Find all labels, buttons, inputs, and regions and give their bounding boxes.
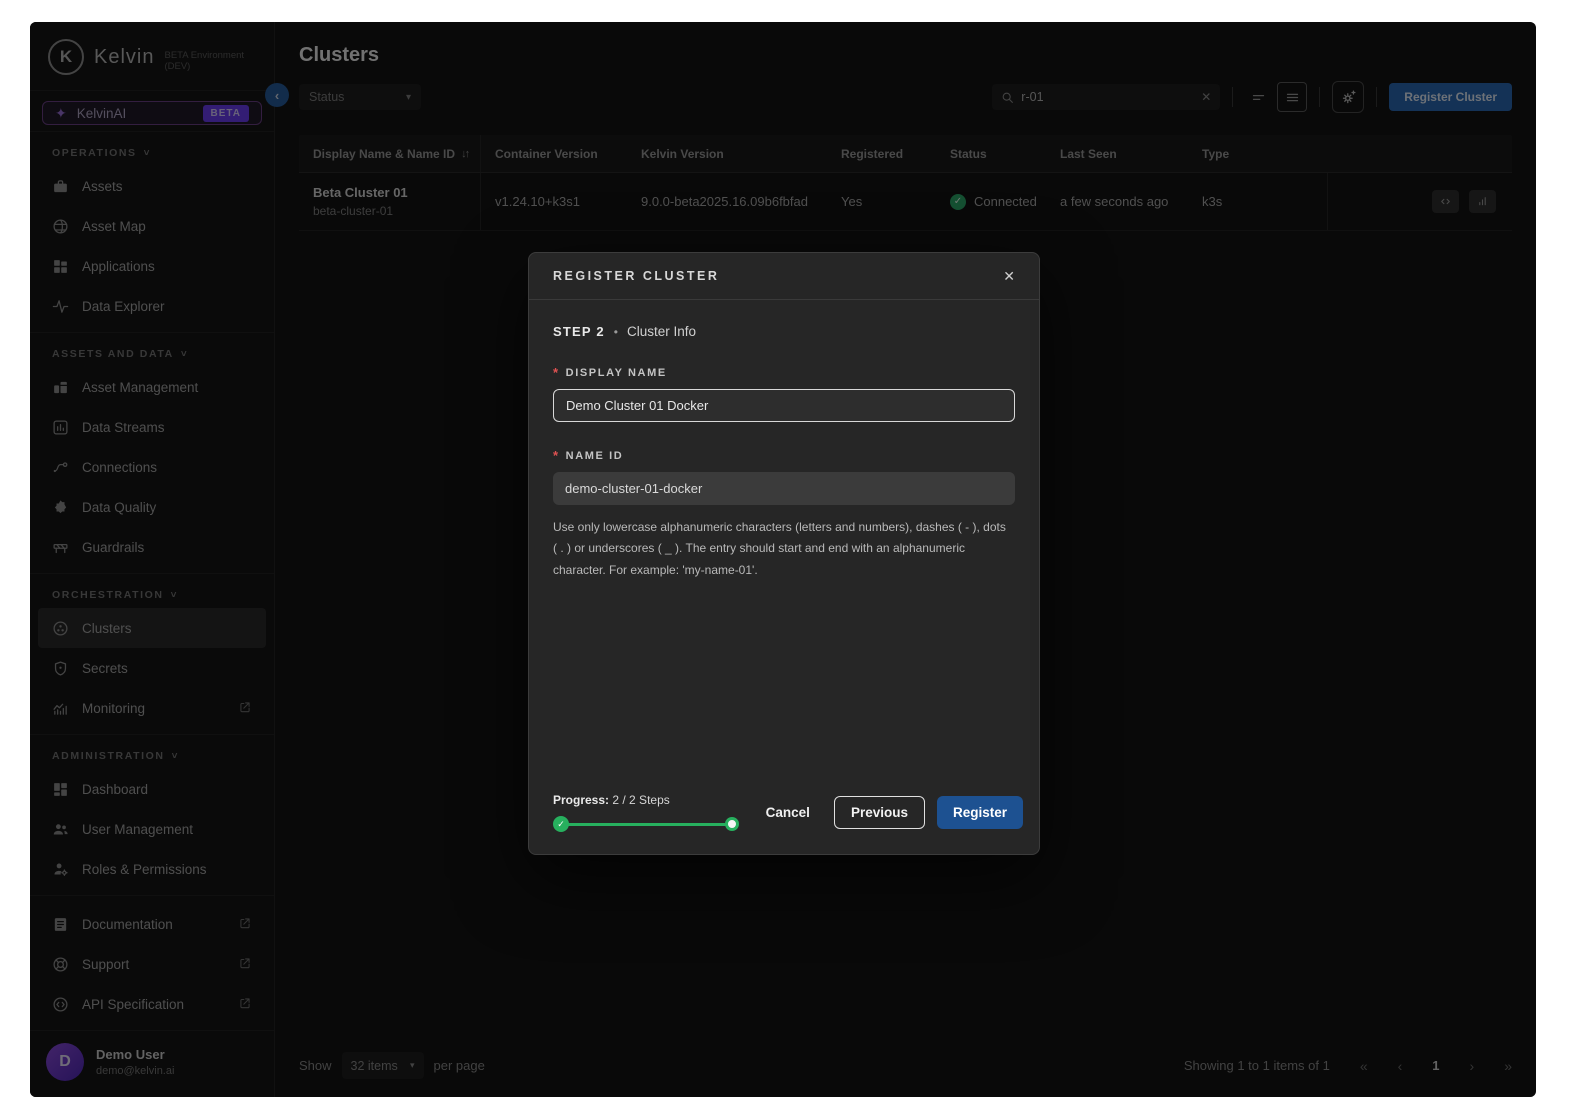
step-name: Cluster Info	[626, 324, 696, 339]
progress-label: Progress:	[553, 793, 610, 807]
name-id-label: * NAME ID	[553, 448, 1015, 463]
progress-step-current-icon	[725, 817, 739, 831]
step-label: STEP 2	[553, 324, 605, 339]
app-window: K Kelvin BETA Environment (DEV) ✦ Kelvin…	[30, 22, 1536, 1097]
cancel-button[interactable]: Cancel	[754, 797, 822, 828]
modal-buttons: Cancel Previous Register	[754, 796, 1023, 829]
required-marker: *	[553, 365, 560, 380]
progress-steps: 2 / 2 Steps	[612, 793, 670, 807]
modal-title: REGISTER CLUSTER	[553, 269, 720, 283]
progress-step-done-icon: ✓	[553, 816, 569, 832]
progress-text: Progress: 2 / 2 Steps	[553, 793, 739, 807]
name-id-field[interactable]	[553, 472, 1015, 505]
progress-bar: ✓	[553, 816, 739, 832]
modal-header: REGISTER CLUSTER ✕	[529, 253, 1039, 300]
name-id-help-text: Use only lowercase alphanumeric characte…	[553, 520, 1006, 577]
progress-line	[559, 823, 733, 826]
register-button[interactable]: Register	[936, 796, 1023, 829]
field-label-text: NAME ID	[565, 449, 624, 462]
previous-button[interactable]: Previous	[833, 796, 925, 829]
display-name-field[interactable]	[553, 389, 1015, 422]
close-icon[interactable]: ✕	[1003, 268, 1015, 285]
modal-body: STEP 2 • Cluster Info * DISPLAY NAME * N…	[529, 300, 1039, 605]
required-marker: *	[553, 448, 560, 463]
screen: K Kelvin BETA Environment (DEV) ✦ Kelvin…	[0, 0, 1584, 1120]
progress-block: Progress: 2 / 2 Steps ✓	[553, 793, 739, 832]
step-indicator: STEP 2 • Cluster Info	[553, 324, 1015, 339]
register-cluster-modal: REGISTER CLUSTER ✕ STEP 2 • Cluster Info…	[528, 252, 1040, 855]
bullet-icon: •	[613, 324, 618, 339]
modal-footer: Progress: 2 / 2 Steps ✓ Cancel Previous …	[529, 775, 1039, 854]
field-label-text: DISPLAY NAME	[565, 366, 667, 379]
display-name-label: * DISPLAY NAME	[553, 365, 1015, 380]
